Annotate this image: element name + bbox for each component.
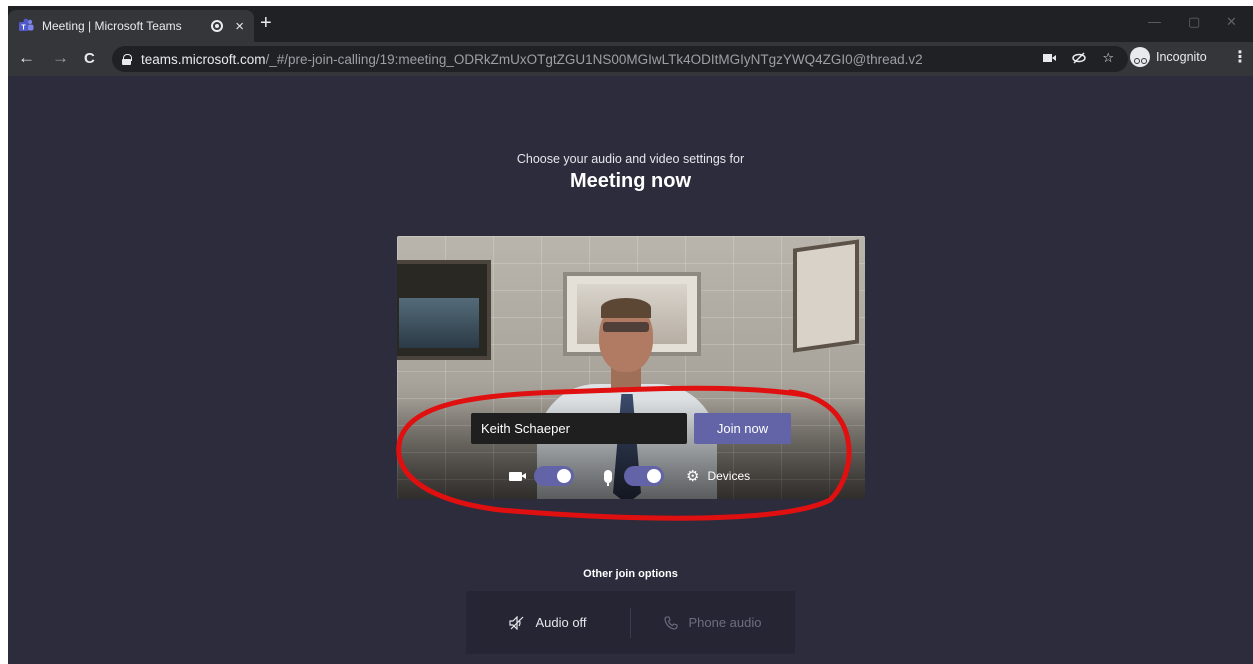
video-preview: Join now ⚙ Devices xyxy=(397,236,865,499)
audio-off-label: Audio off xyxy=(535,615,587,630)
display-name-input[interactable] xyxy=(471,413,687,444)
window-close-icon[interactable]: ✕ xyxy=(1226,14,1237,30)
gear-icon[interactable]: ⚙ xyxy=(686,469,699,484)
devices-button[interactable]: Devices xyxy=(707,469,750,483)
teams-prejoin-page: Choose your audio and video settings for… xyxy=(8,76,1253,664)
address-bar-icons: ☆ xyxy=(1043,51,1114,64)
browser-toolbar: ← → C teams.microsoft.com /_#/pre-join-c… xyxy=(8,42,1253,76)
camera-toggle[interactable] xyxy=(534,466,574,486)
other-join-options: Audio off Phone audio xyxy=(466,591,795,654)
teams-favicon-icon: T xyxy=(19,18,34,32)
address-bar[interactable]: teams.microsoft.com /_#/pre-join-calling… xyxy=(112,46,1128,72)
tab-meeting[interactable]: T Meeting | Microsoft Teams × xyxy=(8,10,254,42)
audio-off-option[interactable]: Audio off xyxy=(466,591,630,654)
bookmark-star-icon[interactable]: ☆ xyxy=(1102,51,1114,64)
device-controls: ⚙ Devices xyxy=(509,464,750,488)
forward-icon[interactable]: → xyxy=(52,49,69,66)
eye-slash-icon[interactable] xyxy=(1072,51,1087,64)
camera-toggle-knob xyxy=(557,469,571,483)
incognito-label: Incognito xyxy=(1156,50,1207,64)
svg-text:T: T xyxy=(21,25,26,32)
new-tab-icon[interactable]: + xyxy=(260,13,272,33)
restore-icon[interactable]: ▢ xyxy=(1188,14,1200,30)
lock-icon[interactable] xyxy=(122,53,132,65)
url-path: /_#/pre-join-calling/19:meeting_ODRkZmUx… xyxy=(265,51,923,67)
phone-audio-label: Phone audio xyxy=(688,615,762,630)
speaker-off-icon xyxy=(509,615,524,630)
browser-window: T Meeting | Microsoft Teams × + — ▢ ✕ ← … xyxy=(8,6,1253,664)
tab-strip: T Meeting | Microsoft Teams × + — ▢ ✕ xyxy=(8,6,1253,42)
microphone-toggle-knob xyxy=(647,469,661,483)
wall-picture-left xyxy=(397,260,491,360)
tab-title: Meeting | Microsoft Teams xyxy=(42,19,182,33)
phone-audio-option[interactable]: Phone audio xyxy=(631,591,795,654)
other-join-options-label: Other join options xyxy=(583,568,678,580)
back-icon[interactable]: ← xyxy=(18,49,35,66)
wall-picture-right xyxy=(793,239,859,353)
meeting-title: Meeting now xyxy=(569,170,692,192)
minimize-icon[interactable]: — xyxy=(1148,14,1161,29)
phone-icon xyxy=(664,615,679,630)
microphone-toggle[interactable] xyxy=(624,466,664,486)
person-hair xyxy=(601,298,651,318)
prejoin-subtitle: Choose your audio and video settings for xyxy=(516,152,745,166)
url-host: teams.microsoft.com xyxy=(141,51,266,67)
camera-in-use-icon[interactable] xyxy=(1043,53,1057,63)
join-now-button[interactable]: Join now xyxy=(694,413,791,444)
camera-icon xyxy=(509,471,526,481)
person-glasses xyxy=(603,322,649,332)
close-tab-icon[interactable]: × xyxy=(235,19,244,34)
recording-dot-icon xyxy=(211,20,224,32)
microphone-icon xyxy=(604,469,612,486)
incognito-indicator[interactable]: Incognito xyxy=(1130,47,1207,67)
browser-menu-icon[interactable]: ⋮ xyxy=(1232,50,1248,66)
incognito-icon xyxy=(1130,47,1150,67)
reload-icon[interactable]: C xyxy=(84,51,95,66)
